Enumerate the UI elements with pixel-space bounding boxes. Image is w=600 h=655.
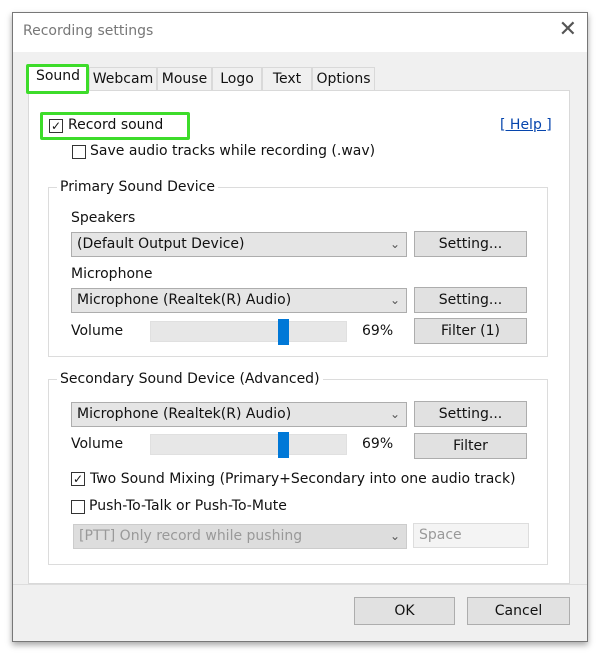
tab-logo[interactable]: Logo (212, 67, 262, 91)
chevron-down-icon: ⌄ (389, 293, 400, 307)
microphone-setting-button[interactable]: Setting... (414, 287, 527, 313)
speakers-setting-button[interactable]: Setting... (414, 231, 527, 257)
tab-options[interactable]: Options (312, 67, 375, 91)
volume-label: Volume (71, 323, 124, 339)
save-wav-label: Save audio tracks while recording (.wav) (90, 143, 376, 159)
microphone-label: Microphone (71, 266, 153, 282)
speakers-dropdown[interactable]: (Default Output Device) ⌄ (71, 232, 407, 257)
two-sound-mixing-label: Two Sound Mixing (Primary+Secondary into… (90, 471, 516, 487)
push-to-talk-label: Push-To-Talk or Push-To-Mute (89, 498, 287, 514)
primary-volume-slider[interactable] (150, 319, 347, 345)
secondary-filter-button[interactable]: Filter (414, 433, 527, 459)
title-bar: Recording settings ✕ (12, 12, 588, 52)
tab-sound[interactable]: Sound (28, 64, 88, 92)
speakers-label: Speakers (71, 210, 136, 226)
ptt-mode-value: [PTT] Only record while pushing (79, 528, 303, 544)
save-wav-checkbox[interactable] (72, 145, 86, 159)
push-to-talk-checkbox[interactable] (71, 500, 85, 514)
record-sound-checkbox[interactable]: ✓ (49, 119, 63, 133)
close-icon[interactable]: ✕ (559, 17, 577, 42)
tab-text[interactable]: Text (262, 67, 312, 91)
chevron-down-icon: ⌄ (389, 237, 400, 251)
footer-divider (13, 584, 587, 585)
cancel-button[interactable]: Cancel (467, 597, 570, 625)
two-sound-mixing-checkbox[interactable]: ✓ (71, 472, 85, 486)
ptt-key-field[interactable]: Space (413, 523, 529, 548)
slider-thumb[interactable] (277, 432, 289, 458)
secondary-setting-button[interactable]: Setting... (414, 401, 527, 427)
secondary-legend: Secondary Sound Device (Advanced) (57, 371, 323, 387)
speakers-value: (Default Output Device) (77, 236, 245, 252)
record-sound-label: Record sound (68, 117, 164, 133)
microphone-dropdown[interactable]: Microphone (Realtek(R) Audio) ⌄ (71, 288, 407, 313)
slider-thumb[interactable] (277, 319, 289, 345)
primary-volume-value: 69% (362, 323, 394, 339)
ptt-mode-dropdown[interactable]: [PTT] Only record while pushing ⌄ (73, 524, 407, 549)
secondary-microphone-dropdown[interactable]: Microphone (Realtek(R) Audio) ⌄ (71, 402, 407, 427)
secondary-microphone-value: Microphone (Realtek(R) Audio) (77, 406, 292, 422)
secondary-volume-value: 69% (362, 436, 394, 452)
window-title: Recording settings (23, 23, 154, 39)
secondary-volume-slider[interactable] (150, 432, 347, 458)
primary-legend: Primary Sound Device (57, 179, 218, 195)
tab-mouse[interactable]: Mouse (157, 67, 212, 91)
chevron-down-icon: ⌄ (389, 529, 400, 543)
filter-button[interactable]: Filter (1) (414, 318, 527, 344)
ok-button[interactable]: OK (354, 597, 455, 625)
microphone-value: Microphone (Realtek(R) Audio) (77, 292, 292, 308)
chevron-down-icon: ⌄ (389, 407, 400, 421)
tab-webcam[interactable]: Webcam (89, 67, 157, 91)
secondary-volume-label: Volume (71, 436, 124, 452)
help-link[interactable]: [ Help ] (500, 117, 552, 133)
